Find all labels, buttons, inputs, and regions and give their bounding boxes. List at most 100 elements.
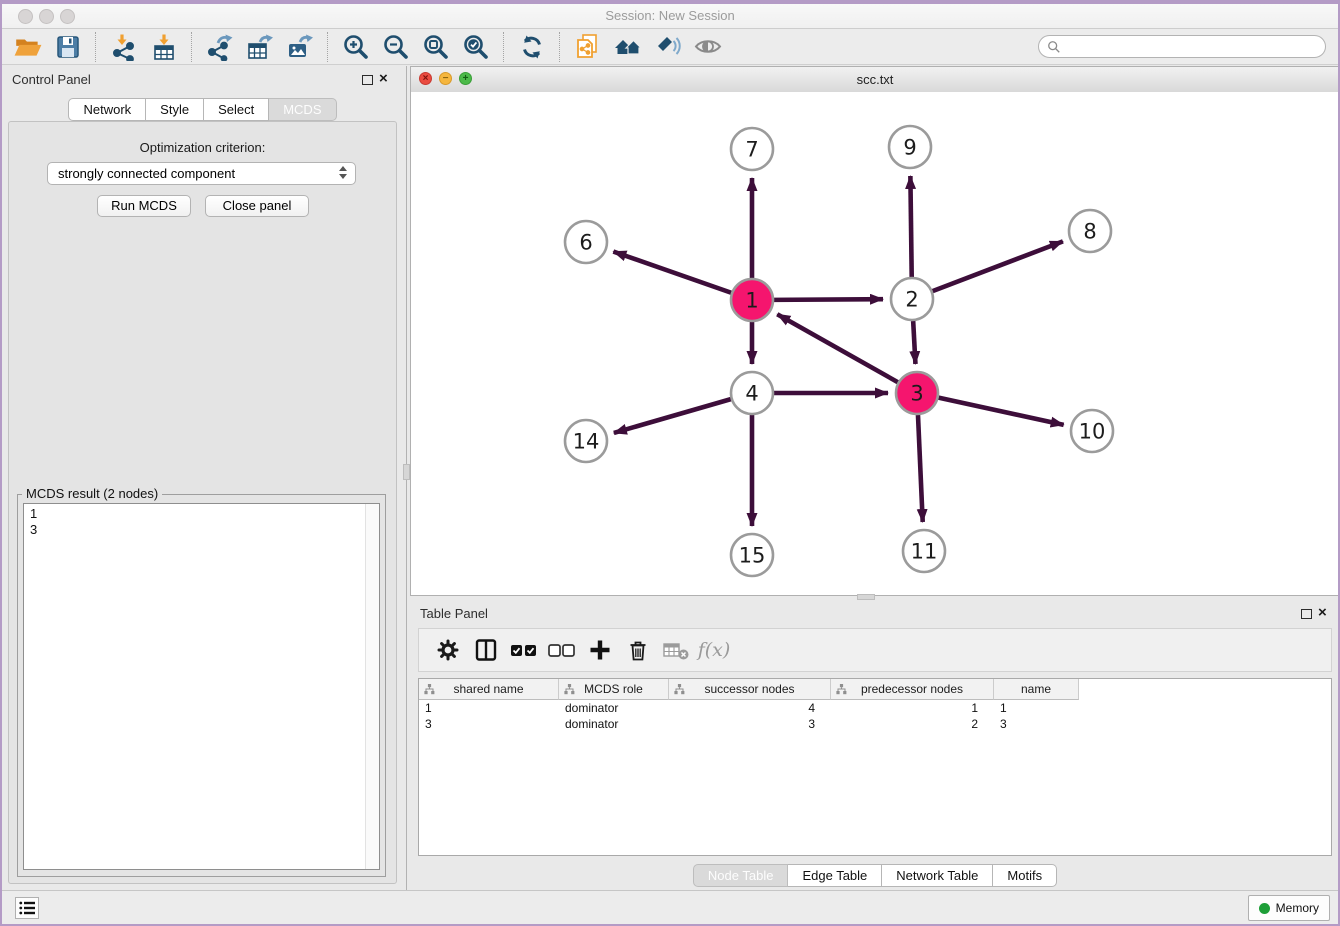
export-image-button[interactable] <box>280 30 320 64</box>
tab-style[interactable]: Style <box>146 98 204 121</box>
network-window-title: scc.txt <box>411 67 1339 92</box>
home-button[interactable] <box>608 30 648 64</box>
graph-edge-2-8[interactable] <box>933 241 1063 291</box>
graph-edge-1-6[interactable] <box>613 252 731 293</box>
table-row[interactable]: 1 dominator 4 1 1 <box>419 700 1079 716</box>
result-scrollbar[interactable] <box>365 504 379 869</box>
run-mcds-button[interactable]: Run MCDS <box>97 195 191 217</box>
vertical-splitter[interactable] <box>403 66 410 893</box>
cell-predecessor-nodes[interactable]: 2 <box>831 716 994 732</box>
add-row-button[interactable] <box>581 632 619 668</box>
cell-name[interactable]: 3 <box>994 716 1079 732</box>
search-input[interactable] <box>1061 37 1325 57</box>
column-header-successor-nodes[interactable]: successor nodes <box>669 679 831 700</box>
graph-node-label-7: 7 <box>745 138 758 162</box>
cell-mcds-role[interactable]: dominator <box>559 716 669 732</box>
graph-edge-1-2[interactable] <box>774 299 883 300</box>
table-toolbar: f(x) <box>418 628 1332 672</box>
tab-edge-table[interactable]: Edge Table <box>788 864 882 887</box>
tab-mcds[interactable]: MCDS <box>269 98 336 121</box>
graph-edge-2-3[interactable] <box>913 321 915 364</box>
criterion-dropdown[interactable]: strongly connected component <box>47 162 356 185</box>
application-window: Session: New Session <box>0 0 1340 926</box>
hierarchy-icon <box>424 684 435 695</box>
table-panel-close-button[interactable]: × <box>1318 604 1327 622</box>
export-network-button[interactable] <box>200 30 240 64</box>
import-network-icon <box>110 33 138 61</box>
mcds-result-group: MCDS result (2 nodes) 1 3 <box>17 494 386 877</box>
trash-icon <box>625 637 651 663</box>
column-header-name[interactable]: name <box>994 679 1079 700</box>
tab-node-table[interactable]: Node Table <box>693 864 789 887</box>
cell-successor-nodes[interactable]: 4 <box>669 700 831 716</box>
splitter-grip[interactable] <box>403 464 410 480</box>
delete-row-button[interactable] <box>619 632 657 668</box>
control-panel: Control Panel × NetworkStyleSelectMCDS O… <box>2 66 403 886</box>
cell-shared-name[interactable]: 1 <box>419 700 559 716</box>
table-panel-title: Table Panel <box>420 606 488 621</box>
column-header-shared-name[interactable]: shared name <box>419 679 559 700</box>
graph-edge-2-9[interactable] <box>910 176 911 277</box>
export-table-button[interactable] <box>240 30 280 64</box>
network-canvas[interactable]: 7968124314101511 <box>411 92 1339 595</box>
tab-network-table[interactable]: Network Table <box>882 864 993 887</box>
graph-edge-3-11[interactable] <box>918 415 923 522</box>
home-icon <box>613 33 643 61</box>
memory-status-icon <box>1259 903 1270 914</box>
control-panel-close-button[interactable]: × <box>379 70 388 88</box>
tab-select[interactable]: Select <box>204 98 269 121</box>
select-all-rows-button[interactable] <box>505 632 543 668</box>
save-session-button[interactable] <box>48 30 88 64</box>
search-icon <box>1047 40 1061 54</box>
table-panel-float-button[interactable] <box>1301 609 1312 619</box>
zoom-fit-button[interactable] <box>416 30 456 64</box>
graph-node-label-11: 11 <box>911 540 938 564</box>
graph-node-label-9: 9 <box>903 136 916 160</box>
graph-edge-4-14[interactable] <box>614 399 731 433</box>
refresh-icon <box>518 33 546 61</box>
zoom-in-icon <box>342 33 370 61</box>
tab-network[interactable]: Network <box>68 98 146 121</box>
table-row[interactable]: 3 dominator 3 2 3 <box>419 716 1079 732</box>
graph-node-label-4: 4 <box>745 382 758 406</box>
graph-node-label-14: 14 <box>573 430 600 454</box>
task-history-button[interactable] <box>15 897 39 919</box>
zoom-in-button[interactable] <box>336 30 376 64</box>
delete-table-button[interactable] <box>657 632 695 668</box>
mcds-result-title: MCDS result (2 nodes) <box>22 486 162 501</box>
control-panel-float-button[interactable] <box>362 75 373 85</box>
cell-predecessor-nodes[interactable]: 1 <box>831 700 994 716</box>
apply-function-button[interactable]: f(x) <box>695 632 733 668</box>
graph-edge-3-10[interactable] <box>938 398 1063 425</box>
cell-mcds-role[interactable]: dominator <box>559 700 669 716</box>
criterion-value: strongly connected component <box>58 166 235 181</box>
tab-motifs[interactable]: Motifs <box>993 864 1057 887</box>
import-table-icon <box>150 33 178 61</box>
status-bar: Memory <box>2 890 1338 924</box>
cell-shared-name[interactable]: 3 <box>419 716 559 732</box>
zoom-fit-icon <box>422 33 450 61</box>
zoom-out-button[interactable] <box>376 30 416 64</box>
network-from-file-button[interactable] <box>568 30 608 64</box>
column-layout-button[interactable] <box>467 632 505 668</box>
table-panel: Table Panel × <box>410 598 1340 893</box>
import-network-button[interactable] <box>104 30 144 64</box>
column-header-mcds-role[interactable]: MCDS role <box>559 679 669 700</box>
close-panel-button[interactable]: Close panel <box>205 195 309 217</box>
deselect-all-rows-button[interactable] <box>543 632 581 668</box>
column-header-predecessor-nodes[interactable]: predecessor nodes <box>831 679 994 700</box>
open-session-button[interactable] <box>8 30 48 64</box>
refresh-button[interactable] <box>512 30 552 64</box>
graphics-details-button[interactable] <box>688 30 728 64</box>
table-settings-button[interactable] <box>429 632 467 668</box>
network-view-frame: × − + scc.txt 7968124314101511 <box>410 66 1340 596</box>
search-box[interactable] <box>1038 35 1326 58</box>
import-table-button[interactable] <box>144 30 184 64</box>
cell-name[interactable]: 1 <box>994 700 1079 716</box>
graph-edge-3-1[interactable] <box>777 314 898 382</box>
graph-node-label-1: 1 <box>745 289 758 313</box>
label-toggle-button[interactable] <box>648 30 688 64</box>
cell-successor-nodes[interactable]: 3 <box>669 716 831 732</box>
zoom-selected-button[interactable] <box>456 30 496 64</box>
memory-button[interactable]: Memory <box>1248 895 1330 921</box>
